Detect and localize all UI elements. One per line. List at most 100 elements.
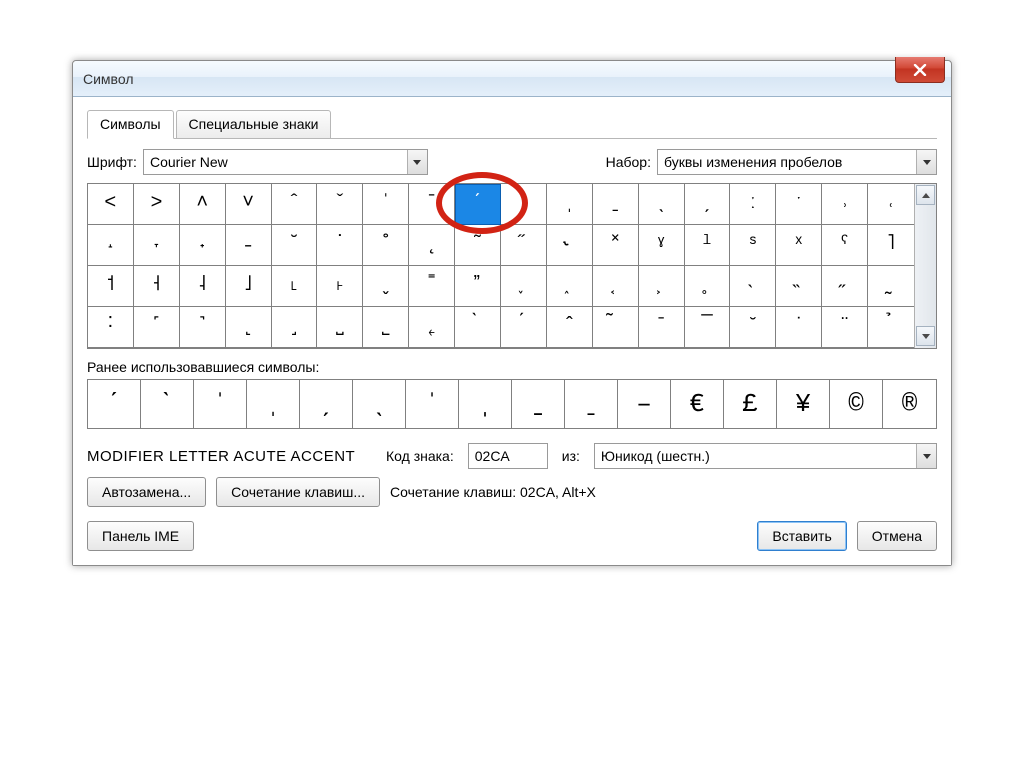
symbol-cell[interactable]: ̈ xyxy=(822,307,868,348)
scroll-down-button[interactable] xyxy=(916,326,935,346)
symbol-cell[interactable]: ˸ xyxy=(88,307,134,348)
symbol-cell[interactable]: ˽ xyxy=(317,307,363,348)
symbol-cell[interactable]: ˗ xyxy=(226,225,272,266)
grid-scrollbar[interactable] xyxy=(914,184,936,348)
symbol-cell[interactable]: ˆ xyxy=(272,184,318,225)
recent-symbol-cell[interactable]: – xyxy=(618,380,671,428)
symbol-cell[interactable]: ˔ xyxy=(88,225,134,266)
symbol-cell[interactable]: ˻ xyxy=(226,307,272,348)
symbol-cell[interactable]: ˚ xyxy=(363,225,409,266)
symbol-cell[interactable]: ˄ xyxy=(180,184,226,225)
symbol-cell[interactable]: ˵ xyxy=(776,266,822,307)
scroll-up-button[interactable] xyxy=(916,185,935,205)
symbol-cell[interactable]: ˩ xyxy=(226,266,272,307)
cancel-button[interactable]: Отмена xyxy=(857,521,937,551)
symbol-cell[interactable]: ˭ xyxy=(409,266,455,307)
symbol-cell[interactable]: ˇ xyxy=(317,184,363,225)
symbol-cell[interactable]: ˿ xyxy=(409,307,455,348)
symbol-cell[interactable]: ˉ xyxy=(409,184,455,225)
symbol-cell[interactable]: ˼ xyxy=(272,307,318,348)
symbol-cell[interactable]: ˙ xyxy=(317,225,363,266)
symbol-cell[interactable]: ˦ xyxy=(88,266,134,307)
symbol-cell[interactable]: ˌ xyxy=(547,184,593,225)
symbol-cell[interactable]: ˊ xyxy=(455,184,501,225)
symbol-cell[interactable]: ˍ xyxy=(593,184,639,225)
symbol-cell[interactable]: ˘ xyxy=(272,225,318,266)
symbol-cell[interactable]: ˷ xyxy=(868,266,914,307)
recent-symbol-cell[interactable]: ˌ xyxy=(247,380,300,428)
symbol-cell[interactable]: ˠ xyxy=(639,225,685,266)
symbol-cell[interactable]: ˛ xyxy=(409,225,455,266)
symbol-cell[interactable]: ˴ xyxy=(730,266,776,307)
symbol-cell[interactable]: ˥ xyxy=(868,225,914,266)
symbol-cell[interactable]: ̀ xyxy=(455,307,501,348)
symbol-cell[interactable]: ː xyxy=(730,184,776,225)
symbol-cell[interactable]: ˯ xyxy=(501,266,547,307)
symbol-cell[interactable]: ̆ xyxy=(730,307,776,348)
symbol-cell[interactable]: ˶ xyxy=(822,266,868,307)
symbol-cell[interactable]: ˧ xyxy=(134,266,180,307)
recent-symbol-cell[interactable]: € xyxy=(671,380,724,428)
symbol-cell[interactable]: ˞ xyxy=(547,225,593,266)
symbol-cell[interactable]: ˃ xyxy=(134,184,180,225)
symbol-cell[interactable]: ̄ xyxy=(639,307,685,348)
symbol-cell[interactable]: ˝ xyxy=(501,225,547,266)
symbol-cell[interactable]: ˜ xyxy=(455,225,501,266)
shortcut-key-button[interactable]: Сочетание клавиш... xyxy=(216,477,380,507)
symbol-cell[interactable]: ̇ xyxy=(776,307,822,348)
symbol-cell[interactable]: ́ xyxy=(501,307,547,348)
symbol-cell[interactable]: ˫ xyxy=(317,266,363,307)
symbol-cell[interactable]: ˣ xyxy=(776,225,822,266)
symbol-cell[interactable]: ˬ xyxy=(363,266,409,307)
tab-symbols[interactable]: Символы xyxy=(87,110,174,139)
symbol-cell[interactable]: ˮ xyxy=(455,266,501,307)
recent-symbol-cell[interactable]: ̍ xyxy=(406,380,459,428)
symbol-cell[interactable]: ˡ xyxy=(685,225,731,266)
symbol-cell[interactable]: ˱ xyxy=(593,266,639,307)
symbol-cell[interactable]: ˲ xyxy=(639,266,685,307)
symbol-cell[interactable]: ̉ xyxy=(868,307,914,348)
ime-panel-button[interactable]: Панель IME xyxy=(87,521,194,551)
symbol-cell[interactable]: ˺ xyxy=(180,307,226,348)
tab-special[interactable]: Специальные знаки xyxy=(176,110,332,139)
symbol-cell[interactable]: ˒ xyxy=(822,184,868,225)
symbol-cell[interactable]: ˹ xyxy=(134,307,180,348)
symbol-cell[interactable]: ˑ xyxy=(776,184,822,225)
symbol-cell[interactable]: ˖ xyxy=(180,225,226,266)
recent-symbol-cell[interactable]: ˈ xyxy=(194,380,247,428)
font-select[interactable]: Courier New xyxy=(143,149,428,175)
recent-symbol-cell[interactable]: ˋ xyxy=(141,380,194,428)
symbol-cell[interactable]: ˋ xyxy=(501,184,547,225)
autocorrect-button[interactable]: Автозамена... xyxy=(87,477,206,507)
symbol-cell[interactable]: ˢ xyxy=(730,225,776,266)
symbol-cell[interactable]: ̃ xyxy=(593,307,639,348)
symbol-cell[interactable]: ˓ xyxy=(868,184,914,225)
recent-symbol-cell[interactable]: ̱ xyxy=(565,380,618,428)
recent-symbol-cell[interactable]: ® xyxy=(883,380,936,428)
recent-symbol-cell[interactable]: ˊ xyxy=(88,380,141,428)
titlebar[interactable]: Символ xyxy=(73,61,951,97)
symbol-cell[interactable]: ˳ xyxy=(685,266,731,307)
symbol-cell[interactable]: ̂ xyxy=(547,307,593,348)
symbol-cell[interactable]: ̅ xyxy=(685,307,731,348)
symbol-cell[interactable]: ˨ xyxy=(180,266,226,307)
recent-symbol-cell[interactable]: ̖ xyxy=(353,380,406,428)
symbol-cell[interactable]: ˪ xyxy=(272,266,318,307)
insert-button[interactable]: Вставить xyxy=(757,521,846,551)
close-button[interactable] xyxy=(895,57,945,83)
symbol-cell[interactable]: ˟ xyxy=(593,225,639,266)
symbol-cell[interactable]: ˾ xyxy=(363,307,409,348)
symbol-cell[interactable]: ˕ xyxy=(134,225,180,266)
recent-symbol-cell[interactable]: © xyxy=(830,380,883,428)
recent-symbol-cell[interactable]: ̗ xyxy=(300,380,353,428)
symbol-cell[interactable]: ˏ xyxy=(685,184,731,225)
recent-symbol-cell[interactable]: ¥ xyxy=(777,380,830,428)
char-code-input[interactable] xyxy=(468,443,548,469)
symbol-cell[interactable]: ˈ xyxy=(363,184,409,225)
symbol-cell[interactable]: ˎ xyxy=(639,184,685,225)
subset-select[interactable]: буквы изменения пробелов xyxy=(657,149,937,175)
symbol-cell[interactable]: ˂ xyxy=(88,184,134,225)
symbol-cell[interactable]: ˰ xyxy=(547,266,593,307)
recent-symbol-cell[interactable]: ̩ xyxy=(459,380,512,428)
symbol-cell[interactable]: ˤ xyxy=(822,225,868,266)
